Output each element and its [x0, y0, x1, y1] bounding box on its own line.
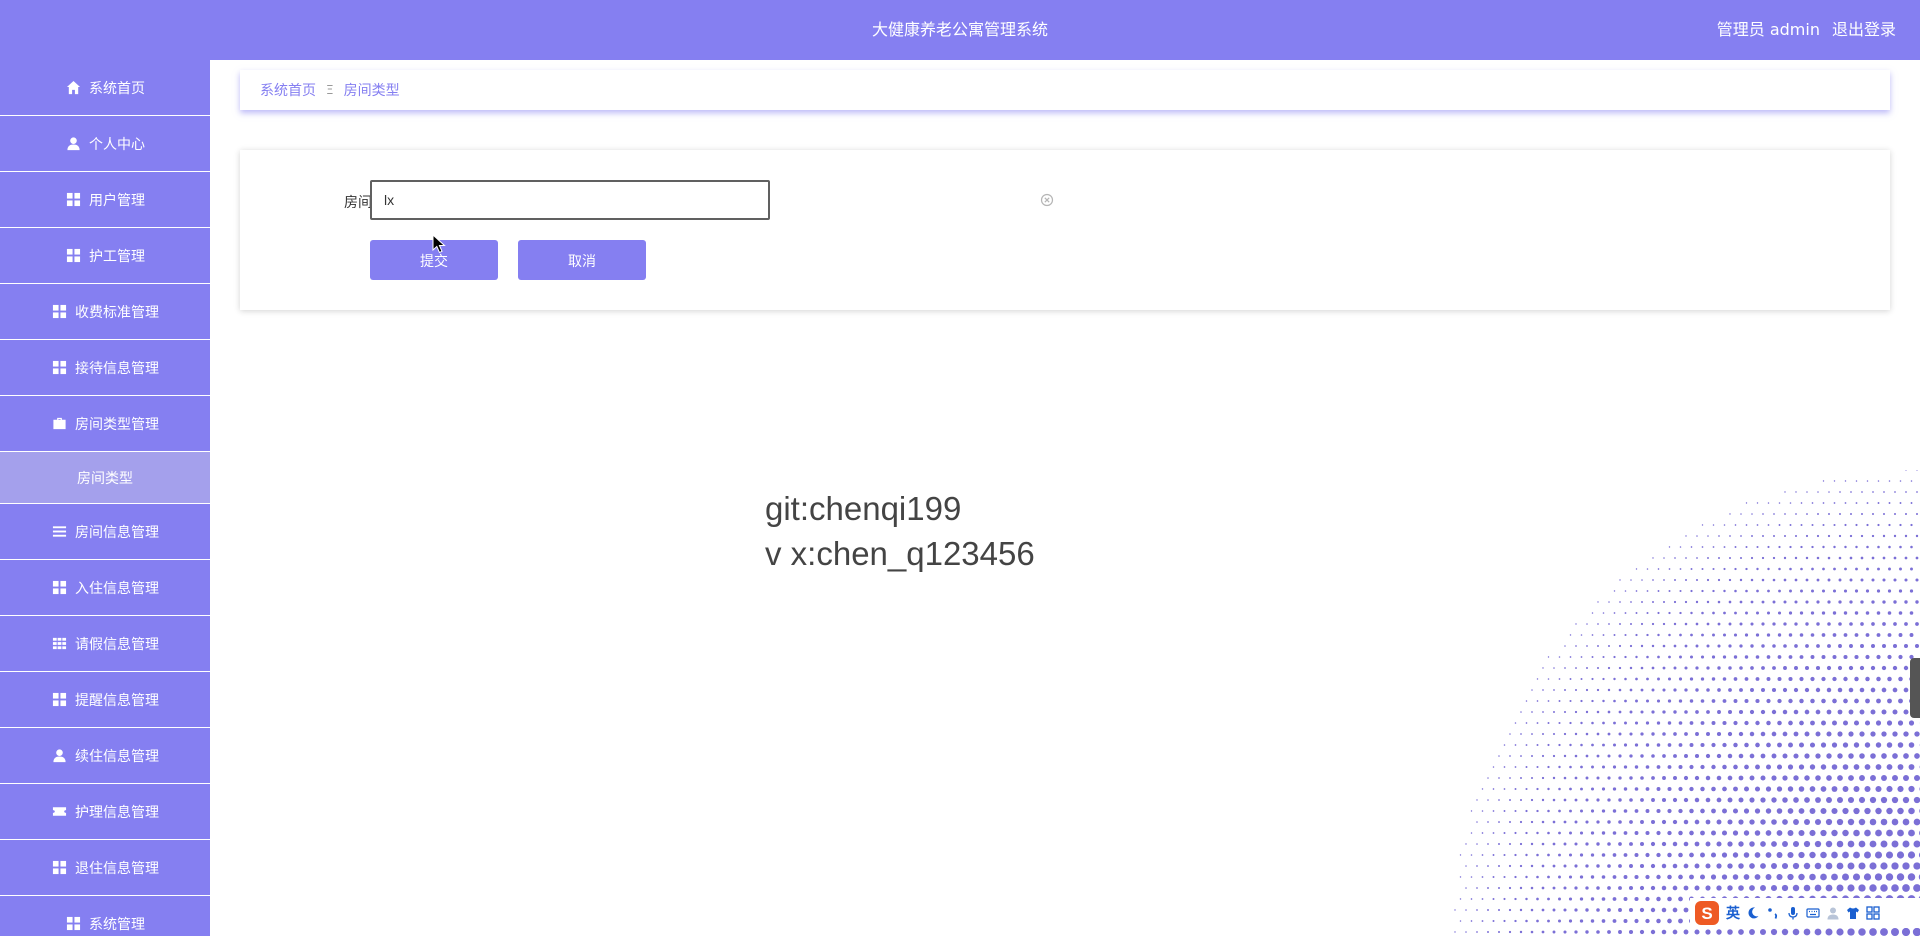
sidebar-item-label: 护工管理	[89, 248, 145, 265]
sidebar-item-checkin[interactable]: 入住信息管理	[0, 560, 210, 616]
sidebar-item-room-types[interactable]: 房间类型管理	[0, 396, 210, 452]
sidebar-item-label: 个人中心	[89, 136, 145, 153]
sidebar-item-label: 请假信息管理	[75, 636, 159, 653]
ime-language-toggle[interactable]: 英	[1726, 903, 1740, 923]
breadcrumb-separator: Ξ	[326, 83, 334, 97]
sidebar-item-label: 房间信息管理	[75, 524, 159, 541]
sidebar-item-reminders[interactable]: 提醒信息管理	[0, 672, 210, 728]
sidebar-item-label: 接待信息管理	[75, 360, 159, 377]
microphone-icon[interactable]	[1786, 906, 1800, 920]
logout-link[interactable]: 退出登录	[1832, 0, 1896, 60]
side-scroll-tab[interactable]	[1910, 658, 1920, 718]
grid-icon	[65, 916, 81, 932]
mouse-cursor-icon	[432, 234, 446, 254]
user-icon	[51, 748, 67, 764]
list-icon	[51, 524, 67, 540]
cancel-button[interactable]: 取消	[518, 240, 646, 280]
briefcase-icon	[51, 416, 67, 432]
user-area: 管理员 admin 退出登录	[1717, 0, 1896, 60]
sidebar-item-label: 收费标准管理	[75, 304, 159, 321]
breadcrumb-home-link[interactable]: 系统首页	[260, 80, 316, 100]
breadcrumb: 系统首页 Ξ 房间类型	[240, 70, 1890, 110]
ime-logo-icon[interactable]: S	[1694, 900, 1720, 926]
skin-shirt-icon[interactable]	[1846, 906, 1860, 920]
room-type-input[interactable]	[370, 180, 770, 220]
keyboard-icon[interactable]	[1806, 906, 1820, 920]
grid-icon	[51, 580, 67, 596]
sidebar-item-label: 用户管理	[89, 192, 145, 209]
app-title: 大健康养老公寓管理系统	[871, 20, 1048, 39]
sidebar-item-fee-standards[interactable]: 收费标准管理	[0, 284, 210, 340]
sidebar-item-label: 入住信息管理	[75, 580, 159, 597]
table-icon	[51, 636, 67, 652]
watermark-line-2: v x:chen_q123456	[765, 535, 1035, 572]
top-header: 大健康养老公寓管理系统 管理员 admin 退出登录	[0, 0, 1920, 60]
grid-icon	[51, 360, 67, 376]
sidebar-item-leave[interactable]: 请假信息管理	[0, 616, 210, 672]
svg-text:S: S	[1701, 904, 1712, 923]
sidebar-item-checkout[interactable]: 退住信息管理	[0, 840, 210, 896]
watermark-text: git:chenqi199 v x:chen_q123456	[765, 486, 1035, 576]
grid-icon	[51, 304, 67, 320]
sidebar-item-label: 提醒信息管理	[75, 692, 159, 709]
submenu-item-room-type[interactable]: 房间类型	[0, 452, 210, 504]
sidebar-item-room-info[interactable]: 房间信息管理	[0, 504, 210, 560]
grid-icon	[65, 192, 81, 208]
ime-toolbar: S 英	[1690, 898, 1920, 928]
sidebar-item-system[interactable]: 系统管理	[0, 896, 210, 936]
sidebar-menu: 系统首页 个人中心 用户管理 护工管理 收费标准管理 接待信息管理 房间类型管理…	[0, 60, 210, 936]
sidebar-item-label: 系统管理	[89, 916, 145, 933]
sidebar-item-label: 房间类型管理	[75, 416, 159, 433]
grid-icon	[51, 692, 67, 708]
grid-menu-icon[interactable]	[1866, 906, 1880, 920]
current-user-label: 管理员 admin	[1716, 20, 1820, 39]
sidebar-item-label: 系统首页	[89, 80, 145, 97]
sidebar-item-profile[interactable]: 个人中心	[0, 116, 210, 172]
clear-icon[interactable]	[1040, 192, 1054, 207]
punctuation-icon[interactable]	[1766, 906, 1780, 920]
sidebar-item-caregivers[interactable]: 护工管理	[0, 228, 210, 284]
halftone-dots-decoration	[1454, 470, 1920, 936]
sidebar-item-label: 续住信息管理	[75, 748, 159, 765]
home-icon	[65, 80, 81, 96]
sidebar-item-renewal[interactable]: 续住信息管理	[0, 728, 210, 784]
user-profile-icon[interactable]	[1826, 906, 1840, 920]
sidebar-item-label: 退住信息管理	[75, 860, 159, 877]
sidebar-item-reception[interactable]: 接待信息管理	[0, 340, 210, 396]
room-type-form: 房间类型 提交 取消	[240, 150, 1890, 310]
grid-icon	[65, 248, 81, 264]
user-icon	[65, 136, 81, 152]
breadcrumb-current: 房间类型	[343, 83, 400, 99]
sidebar-item-users[interactable]: 用户管理	[0, 172, 210, 228]
ticket-icon	[51, 804, 67, 820]
grid-icon	[51, 860, 67, 876]
sidebar-item-nursing[interactable]: 护理信息管理	[0, 784, 210, 840]
sidebar-item-label: 护理信息管理	[75, 804, 159, 821]
watermark-line-1: git:chenqi199	[765, 490, 962, 527]
moon-icon[interactable]	[1746, 906, 1760, 920]
sidebar-item-home[interactable]: 系统首页	[0, 60, 210, 116]
